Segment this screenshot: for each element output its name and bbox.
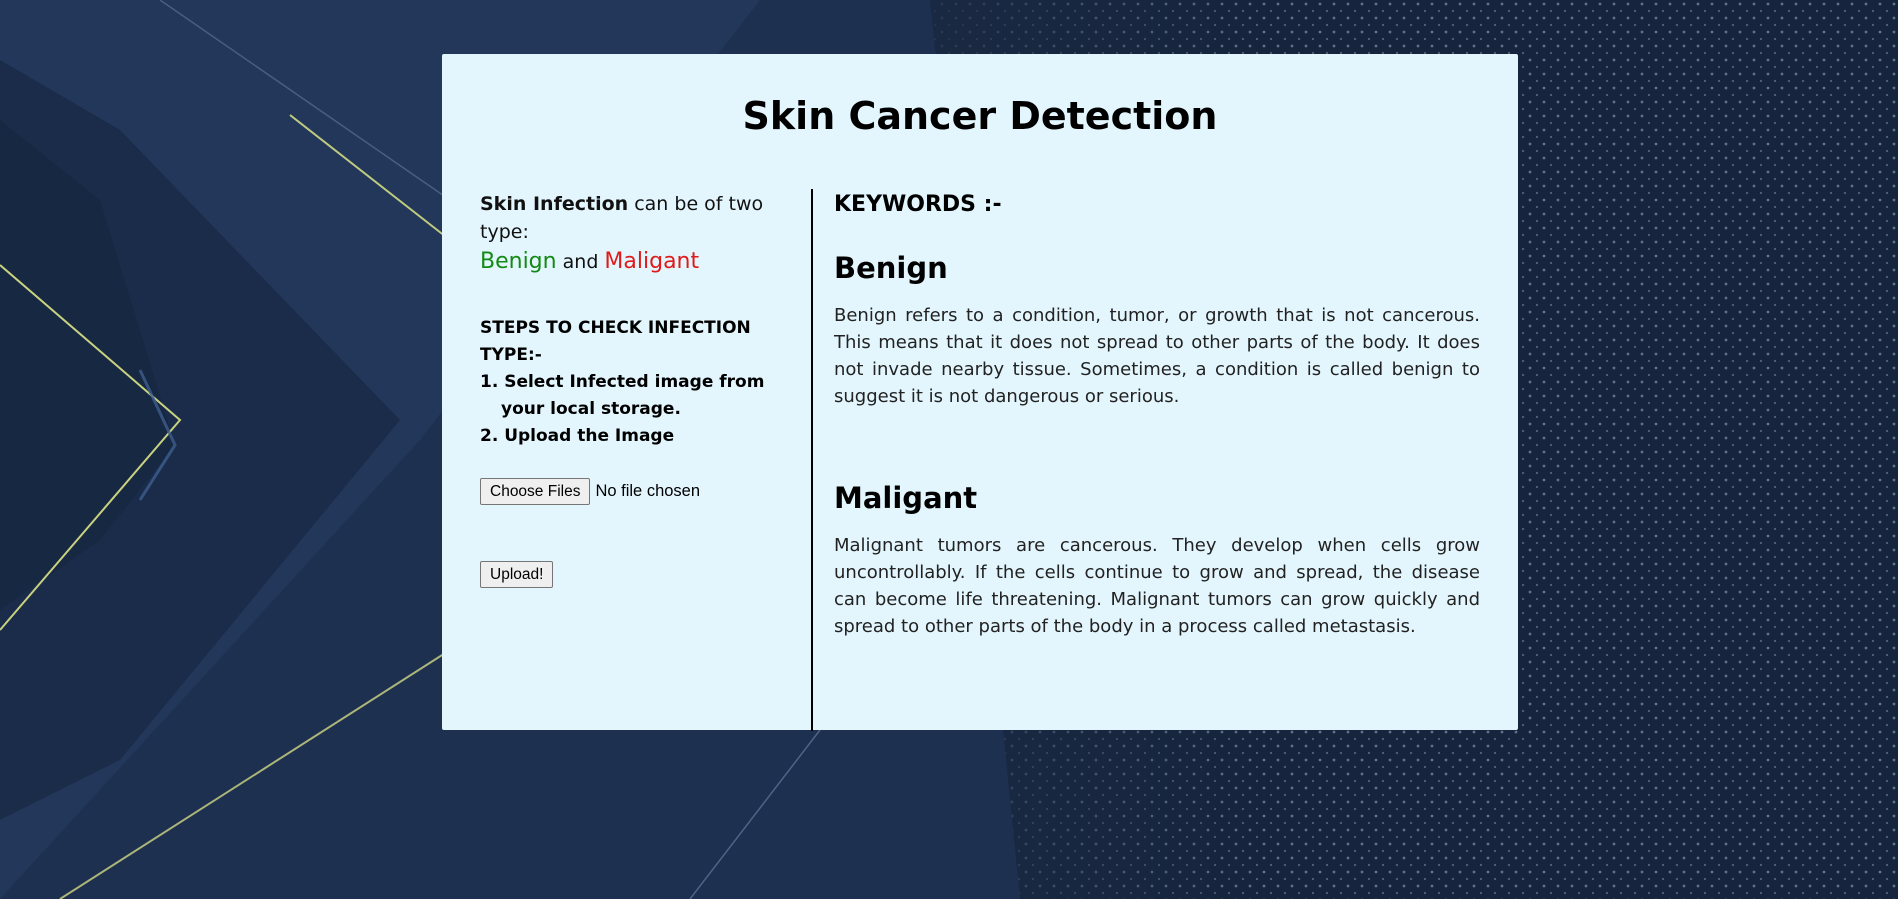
instructions-panel: Skin Infection can be of two type: Benig…: [480, 190, 800, 588]
file-input: Choose Files No file chosen: [480, 478, 800, 505]
vertical-divider: [811, 189, 813, 731]
benign-type-label: Benign: [480, 249, 557, 274]
and-text: and: [556, 251, 605, 273]
page-title: Skin Cancer Detection: [742, 94, 1218, 138]
benign-description: Benign refers to a condition, tumor, or …: [834, 305, 1480, 407]
upload-row: Upload!: [480, 561, 800, 588]
malignant-type-label: Maligant: [604, 249, 700, 274]
main-card: Skin Cancer Detection Skin Infection can…: [442, 54, 1518, 731]
keywords-title: KEYWORDS :-: [834, 192, 1002, 217]
steps-title: STEPS TO CHECK INFECTION TYPE:-: [480, 318, 751, 365]
step-item: 2. Upload the Image: [480, 426, 675, 446]
malignant-heading: Maligant: [834, 481, 978, 515]
intro-text: Skin Infection can be of two type:: [480, 190, 800, 246]
upload-button[interactable]: Upload!: [480, 561, 554, 588]
benign-heading: Benign: [834, 251, 948, 285]
file-status-text: No file chosen: [595, 482, 701, 500]
choose-files-button[interactable]: Choose Files: [480, 478, 591, 505]
intro-bold-text: Skin Infection: [480, 193, 629, 215]
step-item: 1. Select Infected image from your local…: [480, 372, 765, 419]
keywords-panel: KEYWORDS :- Benign Benign refers to a co…: [834, 190, 1480, 640]
infection-types: Benign and Maligant: [480, 246, 800, 277]
steps-list: 1. Select Infected image from your local…: [480, 369, 800, 450]
malignant-description: Malignant tumors are cancerous. They dev…: [834, 535, 1480, 637]
